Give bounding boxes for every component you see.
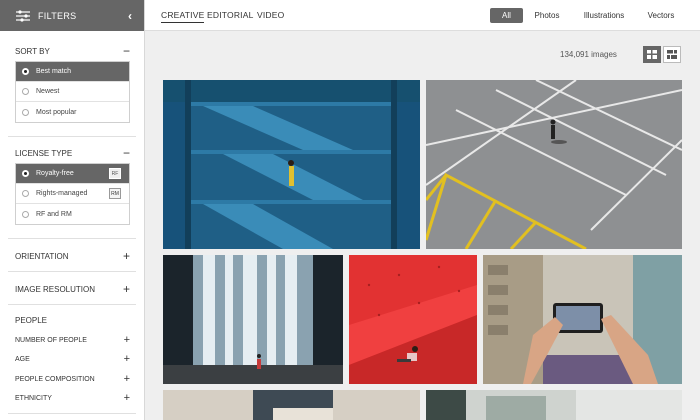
- image-map-partial[interactable]: [163, 390, 420, 420]
- expand-plus-icon[interactable]: +: [123, 283, 130, 295]
- image-phone-street-art: [483, 255, 682, 384]
- collapse-minus-icon[interactable]: −: [123, 147, 130, 159]
- sliders-icon: [16, 9, 30, 22]
- number-of-people-label: NUMBER OF PEOPLE: [15, 337, 87, 344]
- collapse-chevron-icon[interactable]: ‹: [128, 9, 132, 23]
- image-resolution-header[interactable]: IMAGE RESOLUTION +: [15, 283, 130, 295]
- filter-vectors[interactable]: Vectors: [639, 8, 683, 23]
- grid-view-icon: [647, 50, 657, 59]
- results-count: 134,091 images: [560, 50, 617, 59]
- license-option-label: Rights-managed: [36, 190, 88, 197]
- license-option-label: RF and RM: [36, 210, 72, 218]
- image-map-partial-art: [163, 390, 420, 420]
- sort-option-label: Most popular: [36, 108, 77, 116]
- people-header: PEOPLE: [15, 316, 130, 325]
- license-option-royalty-free[interactable]: Royalty-free RF: [16, 164, 129, 184]
- sort-option-newest[interactable]: Newest: [16, 82, 129, 102]
- divider: [8, 238, 136, 239]
- top-navigation: CREATIVE EDITORIAL VIDEO All Photos Illu…: [145, 0, 700, 31]
- filter-photos[interactable]: Photos: [529, 8, 565, 23]
- image-blue-stairwell-art: [163, 80, 420, 249]
- expand-plus-icon[interactable]: +: [124, 374, 130, 385]
- people-composition-label: PEOPLE COMPOSITION: [15, 376, 95, 383]
- image-blue-stairwell[interactable]: [163, 80, 420, 249]
- ethnicity-label: ETHNICITY: [15, 395, 52, 402]
- image-red-wall-art: [349, 255, 477, 384]
- license-type-label: LICENSE TYPE: [15, 148, 73, 158]
- image-resolution-label: IMAGE RESOLUTION: [15, 284, 96, 294]
- radio-icon: [22, 170, 29, 177]
- mosaic-view-button[interactable]: [663, 46, 681, 63]
- image-parking-lot-art: [426, 80, 682, 249]
- expand-plus-icon[interactable]: +: [123, 250, 130, 262]
- license-options: Royalty-free RF Rights-managed RM RF and…: [15, 163, 130, 225]
- expand-plus-icon[interactable]: +: [124, 335, 130, 346]
- image-parking-lot[interactable]: [426, 80, 682, 249]
- sort-by-header[interactable]: SORT BY −: [15, 45, 130, 57]
- image-waterfall[interactable]: [163, 255, 343, 384]
- age-filter[interactable]: AGE +: [15, 354, 130, 365]
- grid-view-button[interactable]: [643, 46, 661, 63]
- number-of-people-filter[interactable]: NUMBER OF PEOPLE +: [15, 335, 130, 346]
- filters-header[interactable]: FILTERS ‹: [0, 0, 144, 31]
- image-waterfall-art: [163, 255, 343, 384]
- rf-badge-icon: RF: [109, 168, 121, 179]
- radio-icon: [22, 210, 29, 218]
- expand-plus-icon[interactable]: +: [124, 354, 130, 365]
- image-phone-street[interactable]: [483, 255, 682, 384]
- image-building-partial-art: [426, 390, 682, 420]
- radio-icon: [22, 190, 29, 197]
- collapse-minus-icon[interactable]: −: [123, 45, 130, 57]
- divider: [8, 271, 136, 272]
- sort-options: Best match Newest Most popular: [15, 61, 130, 123]
- radio-icon: [22, 108, 29, 116]
- license-option-label: Royalty-free: [36, 170, 74, 177]
- sort-option-best-match[interactable]: Best match: [16, 62, 129, 82]
- radio-icon: [22, 88, 29, 95]
- sort-option-label: Newest: [36, 88, 60, 95]
- filters-sidebar: FILTERS ‹ SORT BY − Best match Newest Mo…: [0, 0, 145, 420]
- filter-illustrations[interactable]: Illustrations: [576, 8, 632, 23]
- sort-by-label: SORT BY: [15, 46, 50, 56]
- tab-creative[interactable]: CREATIVE: [161, 10, 205, 23]
- people-composition-filter[interactable]: PEOPLE COMPOSITION +: [15, 374, 130, 385]
- mosaic-view-icon: [667, 50, 677, 59]
- orientation-header[interactable]: ORIENTATION +: [15, 250, 130, 262]
- orientation-label: ORIENTATION: [15, 251, 69, 261]
- rm-badge-icon: RM: [109, 188, 121, 199]
- divider: [8, 136, 136, 137]
- sort-option-label: Best match: [36, 68, 72, 75]
- image-building-partial[interactable]: [426, 390, 682, 420]
- filter-all[interactable]: All: [490, 8, 523, 23]
- tab-video[interactable]: VIDEO: [257, 10, 284, 20]
- sort-option-most-popular[interactable]: Most popular: [16, 102, 129, 122]
- divider: [8, 413, 136, 414]
- filters-title: FILTERS: [38, 10, 77, 21]
- age-label: AGE: [15, 356, 30, 363]
- radio-icon: [22, 68, 29, 75]
- people-label: PEOPLE: [15, 316, 48, 325]
- license-option-rf-and-rm[interactable]: RF and RM: [16, 204, 129, 224]
- image-red-wall[interactable]: [349, 255, 477, 384]
- tab-editorial[interactable]: EDITORIAL: [207, 10, 254, 20]
- license-type-header[interactable]: LICENSE TYPE −: [15, 147, 130, 159]
- license-option-rights-managed[interactable]: Rights-managed RM: [16, 184, 129, 204]
- expand-plus-icon[interactable]: +: [124, 393, 130, 404]
- divider: [8, 304, 136, 305]
- ethnicity-filter[interactable]: ETHNICITY +: [15, 393, 130, 404]
